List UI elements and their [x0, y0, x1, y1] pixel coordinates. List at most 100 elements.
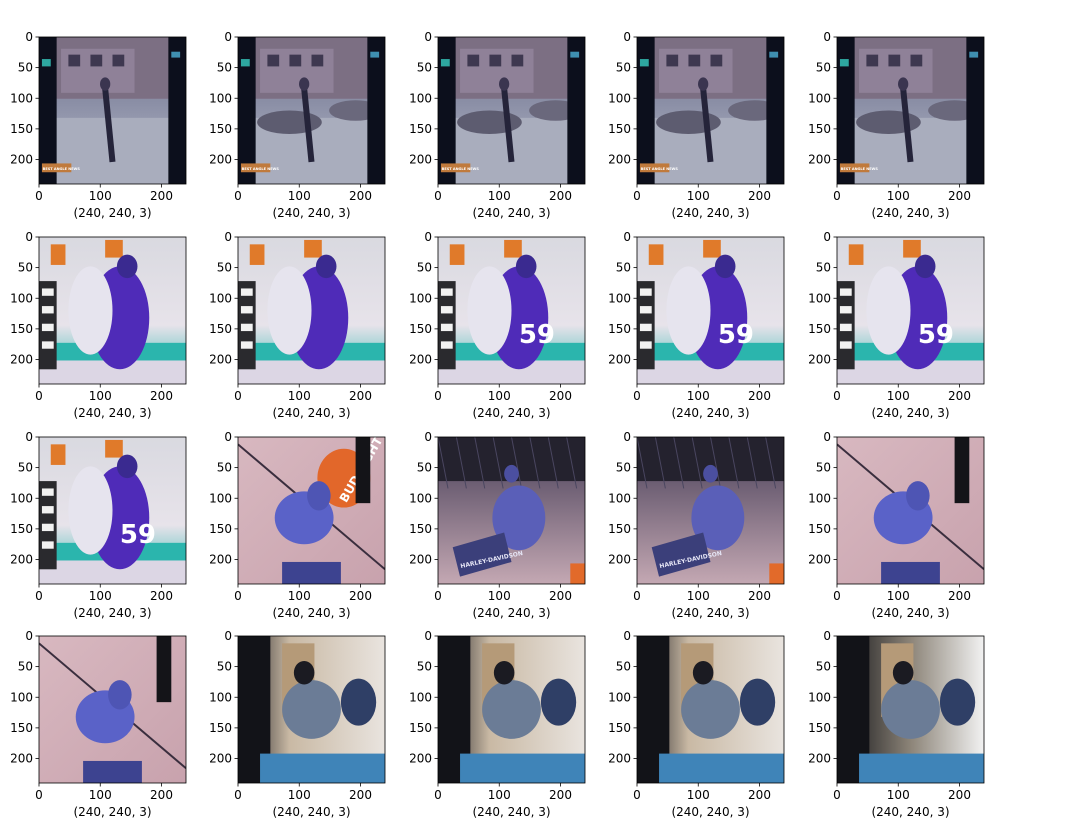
panel-shape-caption: (240, 240, 3) [73, 406, 151, 420]
y-tick-label: 50 [616, 461, 631, 475]
x-tick-label: 0 [633, 788, 641, 802]
x-tick-label: 100 [887, 189, 910, 203]
image-panel: BEST ANGLE NEWS 0 50 100 150 200 0 100 200 (240, … [608, 30, 785, 220]
panel-image: 59 [438, 237, 585, 384]
news-watermark-text: BEST ANGLE NEWS [841, 167, 879, 171]
panel-image [837, 636, 984, 783]
y-tick-label: 50 [816, 261, 831, 275]
x-tick-label: 200 [549, 389, 572, 403]
x-tick-label: 100 [887, 788, 910, 802]
y-tick-label: 100 [808, 91, 831, 105]
x-tick-label: 200 [349, 589, 372, 603]
panel-shape-caption: (240, 240, 3) [472, 406, 550, 420]
y-tick-label: 0 [623, 30, 631, 44]
image-panel: 0 50 100 150 200 0 100 200 (240, 240, 3) [409, 629, 586, 819]
panel-image: HARLEY-DAVIDSON [637, 437, 784, 584]
x-tick-label: 0 [35, 788, 43, 802]
panel-image [39, 636, 186, 783]
y-tick-label: 0 [823, 30, 831, 44]
panel-shape-caption: (240, 240, 3) [871, 805, 949, 819]
y-tick-label: 200 [608, 553, 631, 567]
image-panel: BEST ANGLE NEWS 0 50 100 150 200 0 100 200 (240, … [808, 30, 985, 220]
y-tick-label: 100 [409, 491, 432, 505]
x-tick-label: 200 [948, 788, 971, 802]
y-tick-label: 150 [608, 721, 631, 735]
y-tick-label: 100 [608, 91, 631, 105]
y-tick-label: 50 [816, 61, 831, 75]
panel-image: BEST ANGLE NEWS [438, 37, 585, 184]
y-tick-label: 100 [10, 690, 33, 704]
image-panel: 0 50 100 150 200 0 100 200 (240, 240, 3) [808, 629, 985, 819]
y-tick-label: 200 [10, 553, 33, 567]
y-tick-label: 50 [417, 660, 432, 674]
y-tick-label: 200 [808, 752, 831, 766]
panel-shape-caption: (240, 240, 3) [871, 406, 949, 420]
y-tick-label: 200 [409, 752, 432, 766]
y-tick-label: 200 [808, 153, 831, 167]
x-tick-label: 200 [150, 389, 173, 403]
y-tick-label: 100 [209, 91, 232, 105]
y-tick-label: 50 [816, 461, 831, 475]
y-tick-label: 150 [808, 322, 831, 336]
panel-shape-caption: (240, 240, 3) [871, 606, 949, 620]
y-tick-label: 50 [417, 261, 432, 275]
y-tick-label: 0 [823, 430, 831, 444]
x-tick-label: 0 [434, 389, 442, 403]
y-tick-label: 100 [808, 690, 831, 704]
y-tick-label: 50 [217, 660, 232, 674]
image-panel: 59 0 50 100 150 200 0 100 200 (240, 240, 3) [10, 430, 187, 620]
image-panel: BEST ANGLE NEWS 0 50 100 150 200 0 100 200 (240, … [10, 30, 187, 220]
panels-layer: BEST ANGLE NEWS 0 50 100 150 200 0 100 200 (240, … [10, 30, 985, 819]
y-tick-label: 100 [808, 291, 831, 305]
image-panel: BEST ANGLE NEWS 0 50 100 150 200 0 100 200 (240, … [209, 30, 386, 220]
y-tick-label: 0 [424, 230, 432, 244]
news-watermark-text: BEST ANGLE NEWS [442, 167, 480, 171]
y-tick-label: 0 [424, 30, 432, 44]
image-panel: 0 50 100 150 200 0 100 200 (240, 240, 3) [10, 629, 187, 819]
x-tick-label: 200 [150, 189, 173, 203]
y-tick-label: 0 [25, 30, 33, 44]
image-panel: BEST ANGLE NEWS 0 50 100 150 200 0 100 200 (240, … [409, 30, 586, 220]
x-tick-label: 200 [748, 389, 771, 403]
panel-image [238, 636, 385, 783]
y-tick-label: 200 [808, 353, 831, 367]
x-tick-label: 0 [633, 189, 641, 203]
panel-shape-caption: (240, 240, 3) [671, 805, 749, 819]
y-tick-label: 200 [209, 752, 232, 766]
y-tick-label: 150 [608, 122, 631, 136]
y-tick-label: 0 [25, 629, 33, 643]
x-tick-label: 200 [748, 589, 771, 603]
y-tick-label: 100 [608, 491, 631, 505]
x-tick-label: 100 [288, 788, 311, 802]
y-tick-label: 100 [209, 690, 232, 704]
x-tick-label: 200 [150, 589, 173, 603]
x-tick-label: 200 [549, 788, 572, 802]
x-tick-label: 200 [748, 788, 771, 802]
x-tick-label: 0 [234, 189, 242, 203]
x-tick-label: 100 [488, 389, 511, 403]
x-tick-label: 200 [948, 189, 971, 203]
panel-image: BEST ANGLE NEWS [39, 37, 186, 184]
panel-image [39, 237, 186, 384]
y-tick-label: 50 [217, 261, 232, 275]
y-tick-label: 150 [10, 322, 33, 336]
panel-shape-caption: (240, 240, 3) [472, 606, 550, 620]
y-tick-label: 150 [209, 122, 232, 136]
y-tick-label: 200 [409, 353, 432, 367]
x-tick-label: 0 [234, 788, 242, 802]
x-tick-label: 200 [349, 389, 372, 403]
panel-shape-caption: (240, 240, 3) [272, 206, 350, 220]
y-tick-label: 50 [616, 61, 631, 75]
y-tick-label: 200 [209, 353, 232, 367]
y-tick-label: 150 [808, 122, 831, 136]
panel-image [438, 636, 585, 783]
y-tick-label: 150 [209, 522, 232, 536]
image-panel: 59 0 50 100 150 200 0 100 200 (240, 240, 3) [409, 230, 586, 420]
y-tick-label: 100 [808, 491, 831, 505]
panel-image: BEST ANGLE NEWS [837, 37, 984, 184]
y-tick-label: 150 [209, 322, 232, 336]
image-panel: BUD LIGHT 0 50 100 150 200 0 100 200 (240, 240, 3… [209, 430, 386, 620]
y-tick-label: 150 [608, 322, 631, 336]
y-tick-label: 200 [608, 153, 631, 167]
panel-shape-caption: (240, 240, 3) [272, 805, 350, 819]
